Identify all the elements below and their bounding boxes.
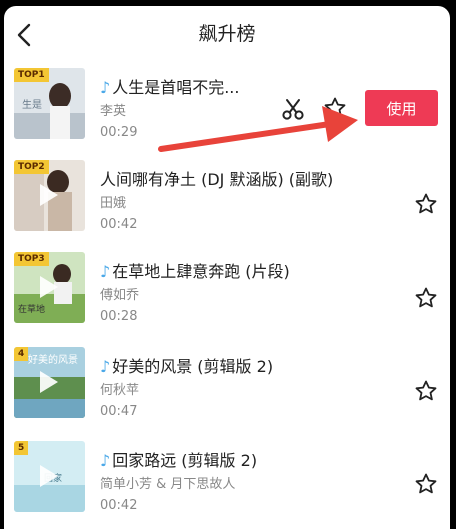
song-duration: 00:28	[100, 309, 138, 324]
song-duration: 00:47	[100, 404, 138, 419]
use-button[interactable]: 使用	[365, 90, 438, 126]
star-icon[interactable]	[414, 472, 438, 496]
play-icon[interactable]	[40, 465, 58, 487]
album-cover[interactable]: TOP2	[14, 160, 85, 231]
album-cover[interactable]: 回家 5	[14, 441, 85, 512]
star-icon[interactable]	[323, 96, 347, 120]
play-icon[interactable]	[40, 184, 58, 206]
star-icon[interactable]	[414, 286, 438, 310]
song-row[interactable]: 好美的风景 4 ♪ 好美的风景 (剪辑版 2) 何秋苹 00:47	[4, 347, 450, 439]
star-icon[interactable]	[414, 379, 438, 403]
star-icon[interactable]	[414, 192, 438, 216]
music-note-icon: ♪	[100, 451, 111, 470]
song-duration: 00:42	[100, 217, 138, 232]
page-title: 飙升榜	[198, 23, 256, 45]
scissors-icon[interactable]	[280, 96, 306, 122]
song-duration: 00:42	[100, 498, 138, 513]
rank-badge: 4	[14, 347, 29, 361]
chart-sheet: 飙升榜 生是 TOP1 ♪ 人生是首唱不完... 李英 00:29 使用 TOP…	[4, 6, 450, 529]
rank-badge: TOP2	[14, 160, 49, 174]
song-title: ♪ 在草地上肆意奔跑 (片段)	[100, 262, 290, 281]
artist-name: 何秋苹	[100, 383, 140, 398]
music-note-icon: ♪	[100, 262, 111, 281]
artist-name: 田娥	[100, 196, 127, 211]
play-icon[interactable]	[40, 371, 58, 393]
album-cover[interactable]: 在草地 TOP3	[14, 252, 85, 323]
song-title: ♪ 好美的风景 (剪辑版 2)	[100, 357, 274, 376]
svg-text:生是: 生是	[22, 98, 42, 111]
song-title: ♪ 回家路远 (剪辑版 2)	[100, 451, 258, 470]
music-note-icon: ♪	[100, 357, 111, 376]
music-note-icon: ♪	[100, 78, 111, 97]
song-duration: 00:29	[100, 125, 138, 140]
rank-badge: TOP1	[14, 68, 49, 82]
header: 飙升榜	[4, 6, 450, 62]
song-row[interactable]: TOP2 人间哪有净土 (DJ 默涵版) (副歌) 田娥 00:42	[4, 160, 450, 252]
svg-text:在草地: 在草地	[18, 303, 45, 315]
svg-text:好美的风景: 好美的风景	[28, 353, 78, 366]
play-icon[interactable]	[40, 276, 58, 298]
album-cover[interactable]: 生是 TOP1	[14, 68, 85, 139]
song-row[interactable]: 在草地 TOP3 ♪ 在草地上肆意奔跑 (片段) 傅如乔 00:28	[4, 252, 450, 344]
song-row[interactable]: 回家 5 ♪ 回家路远 (剪辑版 2) 简单小芳 & 月下思故人 00:42	[4, 441, 450, 529]
artist-name: 李英	[100, 104, 127, 119]
rank-badge: 5	[14, 441, 29, 455]
artist-name: 简单小芳 & 月下思故人	[100, 477, 236, 492]
rank-badge: TOP3	[14, 252, 49, 266]
song-title: 人间哪有净土 (DJ 默涵版) (副歌)	[100, 170, 334, 189]
artist-name: 傅如乔	[100, 288, 140, 303]
album-cover[interactable]: 好美的风景 4	[14, 347, 85, 418]
song-title: ♪ 人生是首唱不完...	[100, 78, 240, 97]
